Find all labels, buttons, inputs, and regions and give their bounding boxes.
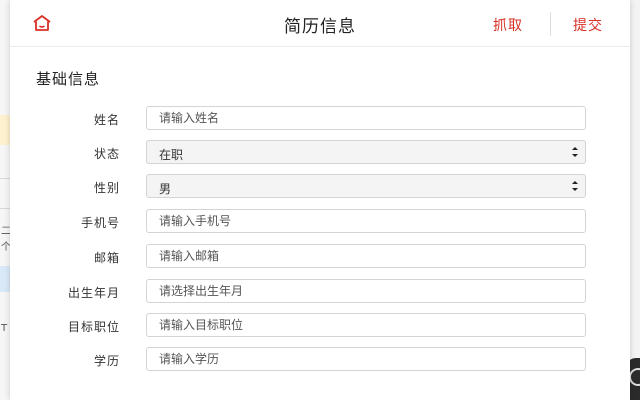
field-label: 出生年月 bbox=[67, 286, 120, 300]
form-row-email: 邮箱 bbox=[10, 244, 630, 270]
form-row-education: 学历 bbox=[10, 347, 630, 373]
select-arrows-icon bbox=[572, 147, 578, 157]
section-title: 基础信息 bbox=[36, 70, 101, 88]
phone-input[interactable] bbox=[146, 209, 586, 233]
field-label: 手机号 bbox=[80, 216, 120, 230]
grab-button[interactable]: 抓取 bbox=[493, 15, 523, 35]
submit-button[interactable]: 提交 bbox=[573, 15, 603, 35]
target-position-input[interactable] bbox=[146, 313, 586, 337]
background-selected-row bbox=[0, 266, 10, 292]
status-select[interactable]: 在职 bbox=[146, 140, 586, 164]
status-select-value: 在职 bbox=[159, 148, 184, 162]
page-title: 简历信息 bbox=[284, 17, 356, 37]
panel-header: 简历信息 抓取 提交 bbox=[10, 0, 630, 47]
field-label: 性别 bbox=[93, 181, 120, 195]
background-divider bbox=[0, 178, 10, 179]
select-arrows-icon bbox=[572, 181, 578, 191]
background-highlight bbox=[0, 115, 10, 145]
form-row-status: 状态 在职 bbox=[10, 140, 630, 166]
name-input[interactable] bbox=[146, 106, 586, 130]
form-row-target-position: 目标职位 bbox=[10, 313, 630, 339]
resume-panel: 简历信息 抓取 提交 基础信息 姓名 状态 在职 性别 男 bbox=[10, 0, 630, 400]
form-row-birth: 出生年月 bbox=[10, 279, 630, 305]
field-label: 姓名 bbox=[93, 113, 120, 127]
form-row-phone: 手机号 bbox=[10, 209, 630, 235]
field-label: 状态 bbox=[93, 147, 120, 161]
email-input[interactable] bbox=[146, 244, 586, 268]
background-page-right bbox=[630, 0, 640, 400]
form-row-name: 姓名 bbox=[10, 106, 630, 132]
gender-select-value: 男 bbox=[159, 182, 172, 196]
background-divider bbox=[0, 208, 10, 209]
field-label: 邮箱 bbox=[93, 251, 120, 265]
gender-select[interactable]: 男 bbox=[146, 174, 586, 198]
header-divider bbox=[550, 12, 551, 36]
birth-date-input[interactable] bbox=[146, 279, 586, 303]
field-label: 学历 bbox=[93, 354, 120, 368]
education-input[interactable] bbox=[146, 347, 586, 371]
field-label: 目标职位 bbox=[67, 320, 120, 334]
form-row-gender: 性别 男 bbox=[10, 174, 630, 200]
